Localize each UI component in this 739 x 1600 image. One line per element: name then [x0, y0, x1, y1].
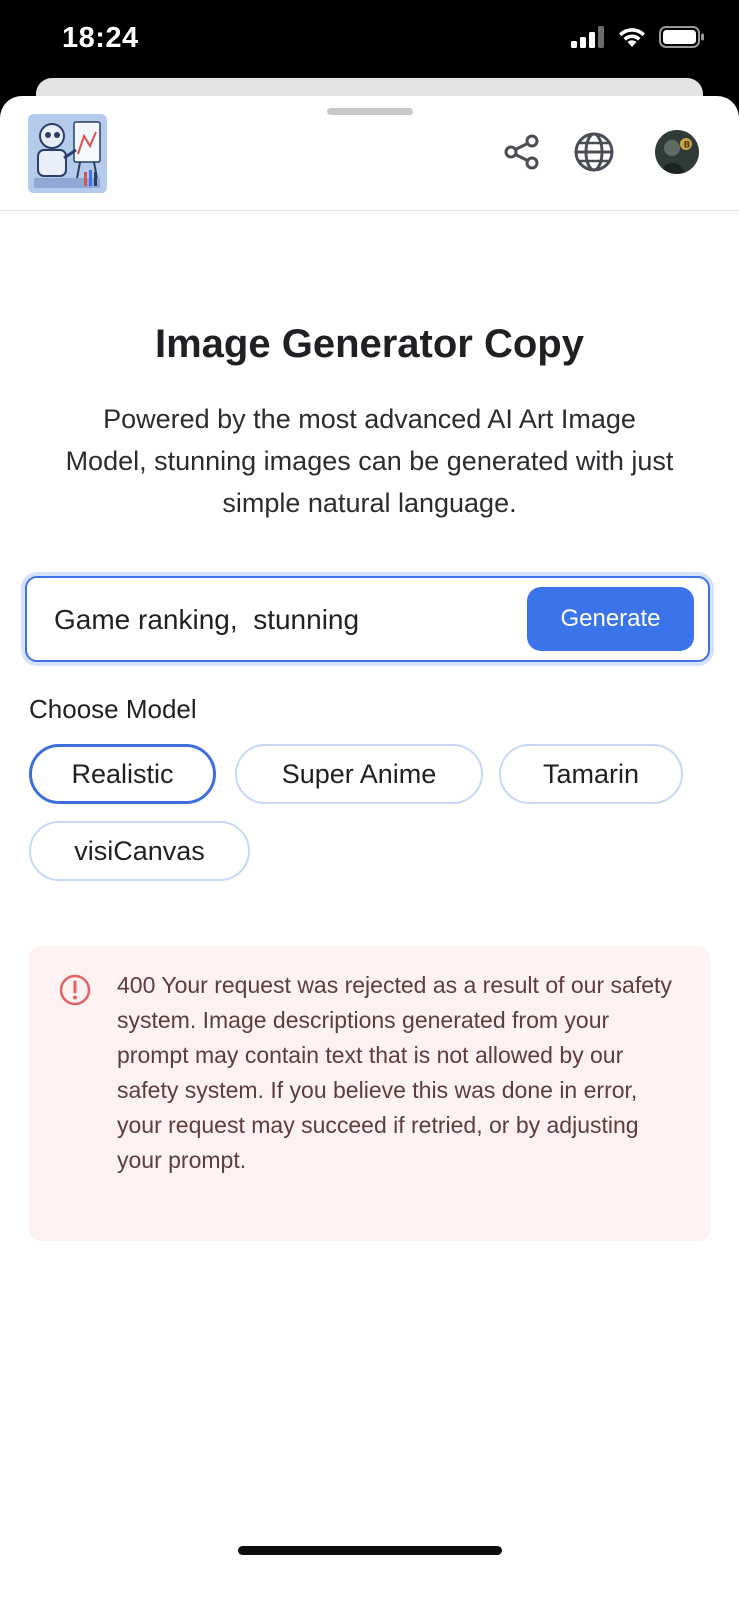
model-chip-tamarin[interactable]: Tamarin	[499, 744, 683, 804]
app-header: B	[0, 96, 739, 211]
status-icons	[571, 26, 705, 53]
choose-model-label: Choose Model	[29, 694, 197, 724]
signal-icon	[571, 26, 605, 53]
header-actions: B	[501, 130, 699, 174]
alert-circle-icon	[59, 974, 91, 1006]
robot-painter-logo[interactable]	[28, 114, 107, 193]
page-title: Image Generator Copy	[154, 322, 584, 366]
wifi-icon	[617, 26, 647, 53]
user-avatar[interactable]: B	[655, 130, 699, 174]
battery-icon	[659, 26, 705, 53]
prompt-container: Generate	[25, 576, 710, 662]
status-bar: 18:24	[0, 0, 739, 86]
generate-button[interactable]: Generate	[527, 587, 694, 651]
error-message-box: 400 Your request was rejected as a resul…	[29, 946, 710, 1241]
status-time: 18:24	[62, 22, 139, 54]
error-message-text: 400 Your request was rejected as a resul…	[117, 972, 672, 1173]
prompt-input[interactable]	[54, 602, 494, 638]
app-sheet: B Image Generator Copy Powered by the mo…	[0, 96, 739, 1600]
page-subtitle: Powered by the most advanced AI Art Imag…	[65, 404, 674, 518]
svg-text:B: B	[684, 141, 691, 151]
model-chip-super-anime[interactable]: Super Anime	[235, 744, 483, 804]
model-chip-visicanvas[interactable]: visiCanvas	[29, 821, 250, 881]
home-indicator[interactable]	[238, 1546, 502, 1555]
globe-icon[interactable]	[573, 131, 615, 173]
share-icon[interactable]	[501, 131, 543, 173]
model-chip-realistic[interactable]: Realistic	[29, 744, 216, 804]
